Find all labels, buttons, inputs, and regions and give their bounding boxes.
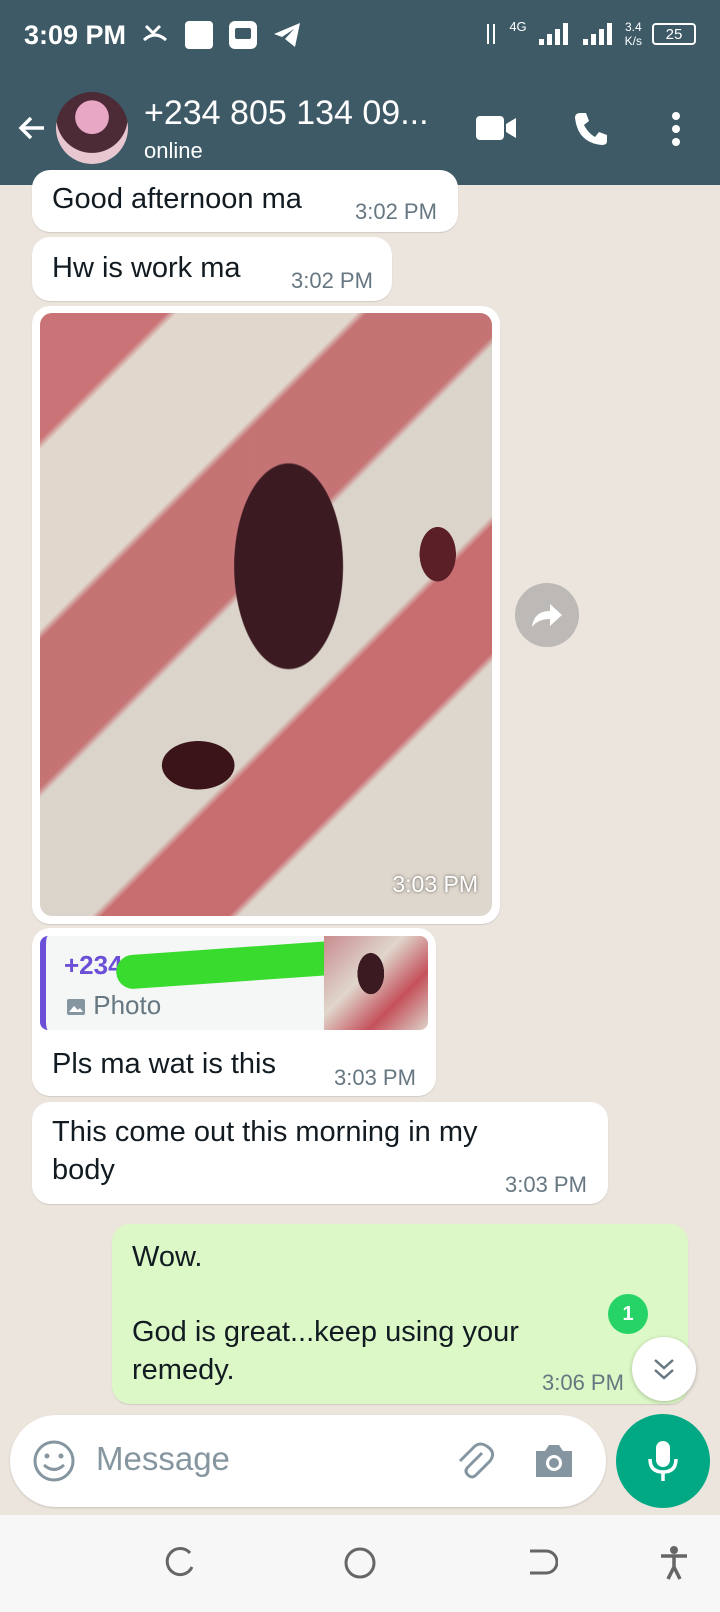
video-call-icon[interactable] [474, 110, 518, 146]
unread-count-badge: 1 [608, 1294, 648, 1334]
mic-icon [648, 1441, 678, 1481]
emoji-icon[interactable] [32, 1439, 76, 1483]
data-arrows-icon [487, 24, 496, 44]
forward-button[interactable] [515, 583, 579, 647]
message-time: 3:03 PM [334, 1065, 416, 1090]
contact-status: online [144, 138, 203, 163]
signal-icon-1 [538, 23, 568, 45]
battery-level: 25 [665, 25, 683, 43]
message-time: 3:02 PM [291, 268, 373, 293]
message-text-line-1: This come out this morning in my [52, 1116, 478, 1148]
quoted-type: Photo [66, 990, 161, 1021]
status-time: 3:09 PM [24, 20, 127, 50]
network-speed-unit: K/s [624, 34, 642, 48]
quoted-photo-thumbnail [324, 936, 428, 1030]
image-icon [67, 999, 85, 1015]
status-notification-icons [140, 20, 302, 50]
scroll-to-bottom-button[interactable] [632, 1337, 696, 1401]
photo-attachment[interactable]: 3:03 PM [40, 313, 492, 916]
signal-icon-2 [582, 23, 612, 45]
message-text-line-2: God is great...keep using your [132, 1316, 519, 1348]
quoted-type-label: Photo [93, 990, 162, 1020]
telegram-icon [274, 23, 300, 47]
message-placeholder: Message [96, 1440, 230, 1477]
message-time: 3:03 PM [505, 1172, 587, 1197]
status-system-icons: 4G 3.4 K/s 25 [483, 18, 696, 48]
redaction-scribble [115, 940, 347, 990]
chat-header: +234 805 134 09... online [0, 74, 720, 185]
message-input[interactable]: Message [10, 1415, 606, 1507]
missed-call-icon [142, 24, 168, 42]
phone-icon[interactable] [572, 110, 610, 148]
avatar[interactable] [56, 92, 128, 164]
more-vert-icon[interactable] [666, 110, 686, 148]
back-arrow-icon[interactable] [14, 110, 50, 146]
camera-icon[interactable] [532, 1441, 576, 1481]
battery-indicator: 25 [652, 23, 696, 45]
status-bar: 3:09 PM 4G 3.4 K/s 25 [0, 0, 720, 74]
message-text: Hw is work ma [52, 252, 241, 284]
top-bar: 3:09 PM 4G 3.4 K/s 25 +234 805 134 09...… [0, 0, 720, 185]
network-type: 4G [509, 18, 527, 34]
contact-name[interactable]: +234 805 134 09... [144, 94, 429, 133]
voice-record-button[interactable] [616, 1414, 710, 1508]
message-time: 3:06 PM [542, 1370, 624, 1395]
forward-icon [532, 604, 562, 627]
message-text: Good afternoon ma [52, 183, 302, 215]
message-text-line-3: remedy. [132, 1354, 235, 1386]
unread-count: 1 [622, 1302, 634, 1325]
network-speed-value: 3.4 [624, 20, 642, 34]
back-icon[interactable] [522, 1545, 558, 1581]
message-text: Pls ma wat is this [52, 1048, 276, 1080]
message-time: 3:03 PM [392, 871, 478, 897]
message-text-line-2: body [52, 1154, 115, 1186]
message-app-icon [229, 21, 257, 49]
recents-icon[interactable] [162, 1545, 198, 1581]
double-chevron-down-icon [654, 1359, 674, 1380]
message-text-line-1: Wow. [132, 1241, 203, 1273]
accessibility-icon[interactable] [658, 1545, 690, 1581]
attach-icon[interactable] [452, 1439, 496, 1483]
system-nav-bar [0, 1515, 720, 1612]
message-time: 3:02 PM [355, 199, 437, 224]
home-icon[interactable] [342, 1545, 378, 1581]
network-speed: 3.4 K/s [625, 20, 642, 48]
app-square-icon [185, 21, 213, 49]
